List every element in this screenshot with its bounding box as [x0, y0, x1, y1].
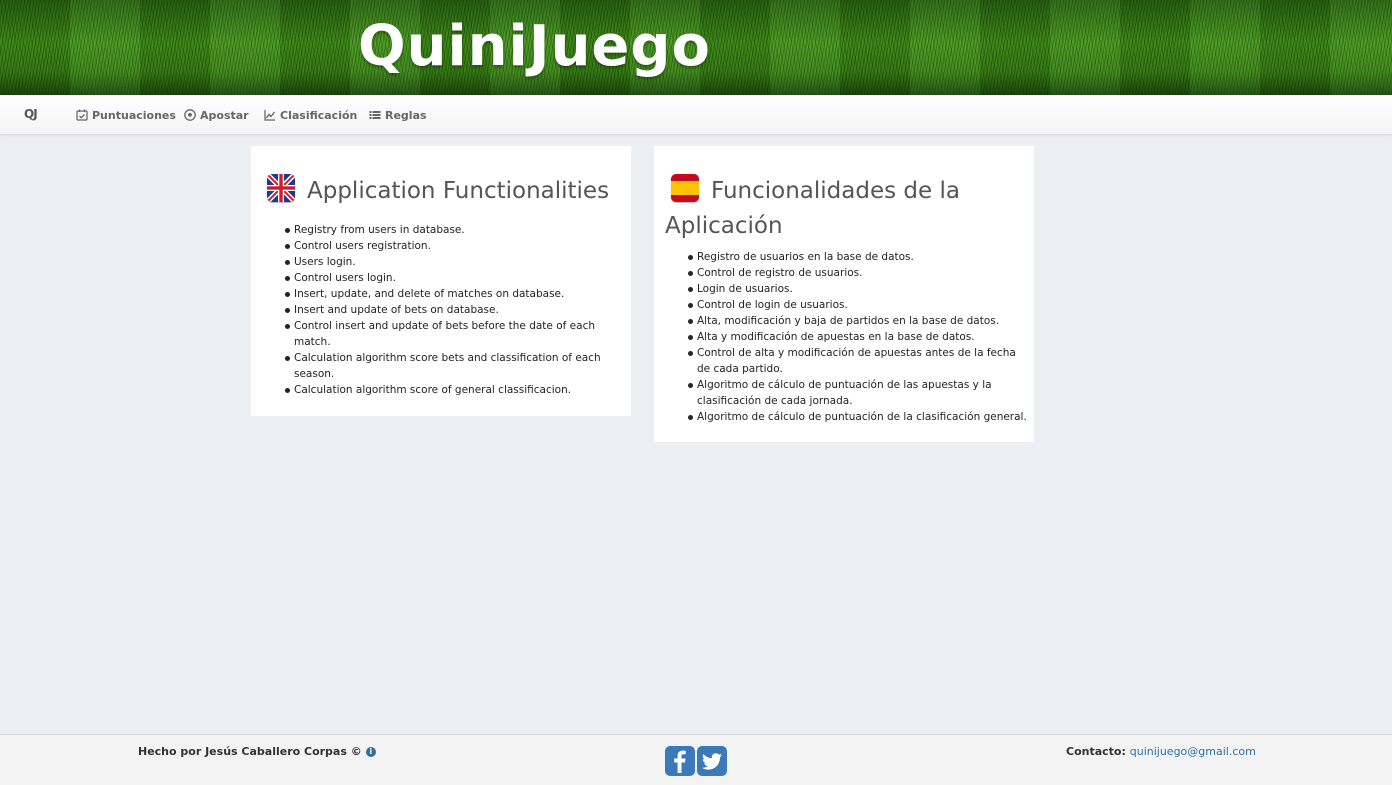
nav-item-label: Clasificación: [280, 108, 358, 122]
info-icon[interactable]: i: [365, 746, 376, 757]
nav-item-puntuaciones[interactable]: Puntuaciones: [76, 107, 176, 123]
calendar-check-icon: [76, 109, 88, 121]
list-item: Insert, update, and delete of matches on…: [285, 286, 614, 302]
spanish-functionalities-card: Funcionalidades de la Aplicación Registr…: [654, 146, 1034, 442]
list-item: Alta y modificación de apuestas en la ba…: [688, 329, 1032, 345]
footer-contact: Contacto: quinijuego@gmail.com: [1066, 745, 1256, 758]
header-banner: QuiniJuego: [0, 0, 1392, 95]
contact-email-link[interactable]: quinijuego@gmail.com: [1130, 745, 1256, 758]
nav-item-label: Apostar: [200, 108, 249, 122]
card-title-text: Funcionalidades de la Aplicación: [665, 178, 960, 239]
list-item: Control de login de usuarios.: [688, 297, 1032, 313]
list-item: Alta, modificación y baja de partidos en…: [688, 313, 1032, 329]
card-title: Funcionalidades de la Aplicación: [665, 174, 1025, 244]
nav-item-reglas[interactable]: Reglas: [369, 107, 427, 123]
uk-flag-icon: [267, 174, 295, 202]
nav-item-label: Reglas: [385, 108, 427, 122]
list-item: Algoritmo de cálculo de puntuación de la…: [688, 409, 1032, 425]
credit-text: Hecho por Jesús Caballero Corpas ©: [138, 745, 362, 758]
soccer-ball-icon: [184, 109, 196, 121]
list-item: Control users login.: [285, 270, 614, 286]
list-item: Control de alta y modificación de apuest…: [688, 345, 1032, 377]
list-item: Login de usuarios.: [688, 281, 1032, 297]
list-item: Registro de usuarios en la base de datos…: [688, 249, 1032, 265]
list-item: Algoritmo de cálculo de puntuación de la…: [688, 377, 1032, 409]
list-item: Control users registration.: [285, 238, 614, 254]
top-navbar: QJ Puntuaciones Apostar Clasificación Re…: [0, 95, 1392, 135]
line-chart-icon: [264, 110, 276, 121]
nav-item-label: Puntuaciones: [92, 108, 176, 122]
nav-item-clasificacion[interactable]: Clasificación: [264, 107, 357, 123]
navbar-brand[interactable]: QJ: [24, 107, 38, 121]
card-title: Application Functionalities: [267, 174, 609, 209]
page-footer: Hecho por Jesús Caballero Corpas © i Con…: [0, 734, 1392, 785]
list-item: Control de registro de usuarios.: [688, 265, 1032, 281]
english-functionalities-card: Application Functionalities Registry fro…: [251, 146, 631, 416]
list-item: Users login.: [285, 254, 614, 270]
spanish-feature-list: Registro de usuarios en la base de datos…: [688, 249, 1032, 425]
nav-item-apostar[interactable]: Apostar: [184, 107, 249, 123]
list-item: Insert and update of bets on database.: [285, 302, 614, 318]
list-item: Registry from users in database.: [285, 222, 614, 238]
list-item: Calculation algorithm score bets and cla…: [285, 350, 614, 382]
twitter-button[interactable]: [697, 746, 727, 776]
site-logo[interactable]: QuiniJuego: [358, 14, 711, 80]
facebook-icon: [674, 750, 686, 773]
list-icon: [369, 111, 381, 119]
list-item: Calculation algorithm score of general c…: [285, 382, 614, 398]
contact-label: Contacto:: [1066, 745, 1126, 758]
footer-credit: Hecho por Jesús Caballero Corpas © i: [138, 745, 376, 758]
card-title-text: Application Functionalities: [307, 178, 610, 204]
facebook-button[interactable]: [665, 746, 695, 776]
list-item: Control insert and update of bets before…: [285, 318, 614, 350]
spain-flag-icon: [671, 174, 699, 202]
twitter-icon: [701, 753, 722, 770]
english-feature-list: Registry from users in database. Control…: [285, 222, 614, 398]
